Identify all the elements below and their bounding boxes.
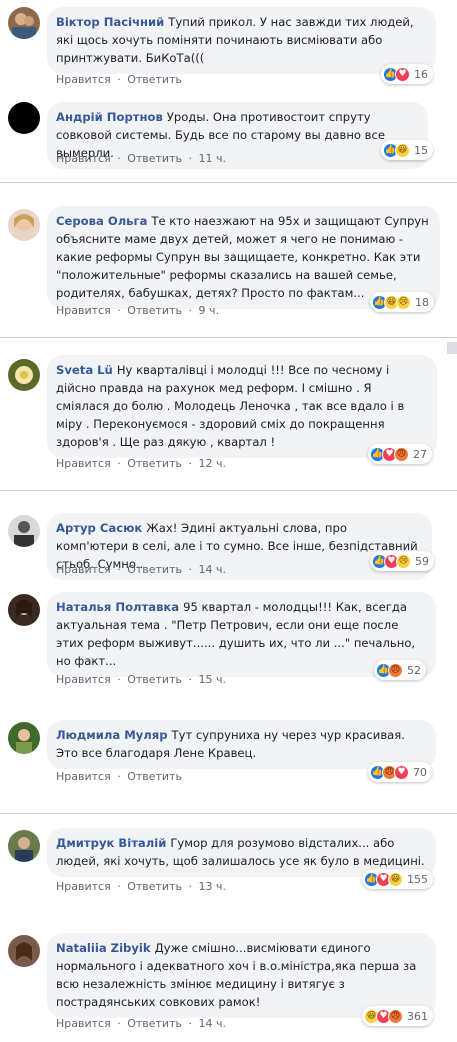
divider	[0, 182, 457, 183]
reaction-summary[interactable]: 👍 😆 😢 18	[370, 292, 434, 312]
comment: Віктор Пасічний Тупий прикол. У нас завжд…	[0, 7, 457, 87]
comment-actions: Нравится · Ответить · 14 ч.	[56, 563, 226, 576]
comment-author[interactable]: Андрій Портнов	[56, 110, 163, 124]
avatar[interactable]	[8, 594, 40, 626]
like-link[interactable]: Нравится	[56, 880, 111, 893]
comment-author[interactable]: Наталья Полтавка	[56, 600, 179, 614]
comment-time[interactable]: 14 ч.	[198, 563, 226, 576]
comment-author[interactable]: Дмитрук Віталій	[56, 836, 166, 850]
love-icon: ♥	[394, 764, 409, 780]
divider	[0, 490, 457, 491]
like-link[interactable]: Нравится	[56, 304, 111, 317]
comment-actions: Нравится · Ответить	[56, 770, 182, 783]
comment-bubble: Віктор Пасічний Тупий прикол. У нас завжд…	[47, 7, 436, 74]
reaction-count: 16	[414, 67, 428, 81]
avatar[interactable]	[8, 515, 40, 547]
comment: Артур Сасюк Жах! Эдині актуальні слова, п…	[0, 513, 457, 581]
comment-time[interactable]: 11 ч.	[198, 152, 226, 165]
love-icon: ♥	[395, 66, 410, 82]
avatar[interactable]	[8, 722, 40, 754]
reaction-count: 70	[413, 765, 427, 779]
comment: Nataliia Zibyik Дуже смішно...висміювати …	[0, 933, 457, 1033]
reaction-summary[interactable]: 👍 😆 15	[381, 140, 433, 160]
comment: Людмила Муляр Тут супруниха ну через чур …	[0, 720, 457, 790]
reply-link[interactable]: Ответить	[127, 457, 182, 470]
reply-link[interactable]: Ответить	[127, 880, 182, 893]
reply-link[interactable]: Ответить	[127, 152, 182, 165]
scroll-edge	[447, 342, 457, 354]
like-link[interactable]: Нравится	[56, 770, 111, 783]
reaction-count: 361	[407, 1009, 428, 1023]
avatar[interactable]	[8, 7, 40, 39]
comment-time[interactable]: 15 ч.	[198, 673, 226, 686]
divider	[0, 813, 457, 814]
reaction-summary[interactable]: 👍 ♥ 16	[381, 64, 433, 84]
reaction-summary[interactable]: 😆 ♥ 😠 361	[362, 1006, 433, 1026]
comment: Sveta Lü Ну кварталівці і молодці !!! Все…	[0, 355, 457, 477]
reaction-count: 27	[413, 447, 427, 461]
comment-author[interactable]: Серова Ольга	[56, 214, 147, 228]
comment-author[interactable]: Nataliia Zibyik	[56, 941, 151, 955]
reaction-count: 18	[415, 295, 429, 309]
angry-icon: 😠	[388, 1008, 403, 1024]
comment-actions: Нравится · Ответить	[56, 73, 182, 86]
avatar[interactable]	[8, 102, 40, 134]
comment: Андрій Портнов Уроды. Она противостоит сп…	[0, 102, 457, 172]
like-link[interactable]: Нравится	[56, 563, 111, 576]
comment-actions: Нравится · Ответить · 14 ч.	[56, 1017, 226, 1030]
like-link[interactable]: Нравится	[56, 73, 111, 86]
comment-time[interactable]: 14 ч.	[198, 1017, 226, 1030]
reaction-summary[interactable]: 👍 ♥ 😠 27	[368, 444, 432, 464]
reaction-summary[interactable]: 👍 😠 52	[374, 660, 426, 680]
sad-icon: 😢	[396, 553, 411, 569]
reply-link[interactable]: Ответить	[127, 770, 182, 783]
comment-time[interactable]: 13 ч.	[198, 880, 226, 893]
comment-author[interactable]: Sveta Lü	[56, 363, 113, 377]
reply-link[interactable]: Ответить	[127, 304, 182, 317]
comment: Наталья Полтавка 95 квартал - молодцы!!! …	[0, 592, 457, 692]
comment: Дмитрук Віталій Гумор для розумово відста…	[0, 828, 457, 898]
comment: Серова Ольга Те кто наезжают на 95х и защ…	[0, 206, 457, 321]
reply-link[interactable]: Ответить	[127, 1017, 182, 1030]
comment-author[interactable]: Людмила Муляр	[56, 728, 168, 742]
comment-actions: Нравится · Ответить · 12 ч.	[56, 457, 226, 470]
reaction-count: 52	[407, 663, 421, 677]
reply-link[interactable]: Ответить	[127, 673, 182, 686]
angry-icon: 😠	[388, 662, 403, 678]
sad-icon: 😢	[396, 294, 411, 310]
comment-actions: Нравится · Ответить · 15 ч.	[56, 673, 226, 686]
reaction-summary[interactable]: 👍 ♥ 😆 155	[362, 869, 433, 889]
haha-icon: 😆	[388, 871, 403, 887]
comment-time[interactable]: 9 ч.	[198, 304, 219, 317]
like-link[interactable]: Нравится	[56, 1017, 111, 1030]
avatar[interactable]	[8, 830, 40, 862]
avatar[interactable]	[8, 209, 40, 241]
reply-link[interactable]: Ответить	[127, 563, 182, 576]
reaction-count: 59	[415, 554, 429, 568]
divider	[0, 337, 457, 338]
comment-actions: Нравится · Ответить · 11 ч.	[56, 152, 226, 165]
reaction-count: 155	[407, 872, 428, 886]
avatar[interactable]	[8, 359, 40, 391]
reply-link[interactable]: Ответить	[127, 73, 182, 86]
comment-time[interactable]: 12 ч.	[198, 457, 226, 470]
comment-actions: Нравится · Ответить · 13 ч.	[56, 880, 226, 893]
like-link[interactable]: Нравится	[56, 673, 111, 686]
angry-icon: 😠	[394, 446, 409, 462]
comment-author[interactable]: Віктор Пасічний	[56, 15, 164, 29]
like-link[interactable]: Нравится	[56, 152, 111, 165]
haha-icon: 😆	[395, 142, 410, 158]
comment-bubble: Sveta Lü Ну кварталівці і молодці !!! Все…	[47, 355, 437, 458]
comment-author[interactable]: Артур Сасюк	[56, 521, 142, 535]
like-link[interactable]: Нравится	[56, 457, 111, 470]
comment-actions: Нравится · Ответить · 9 ч.	[56, 304, 219, 317]
reaction-summary[interactable]: 👍 😠 ♥ 70	[368, 762, 432, 782]
reaction-summary[interactable]: 👍 ♥ 😢 59	[370, 551, 434, 571]
reaction-count: 15	[414, 143, 428, 157]
avatar[interactable]	[8, 935, 40, 967]
